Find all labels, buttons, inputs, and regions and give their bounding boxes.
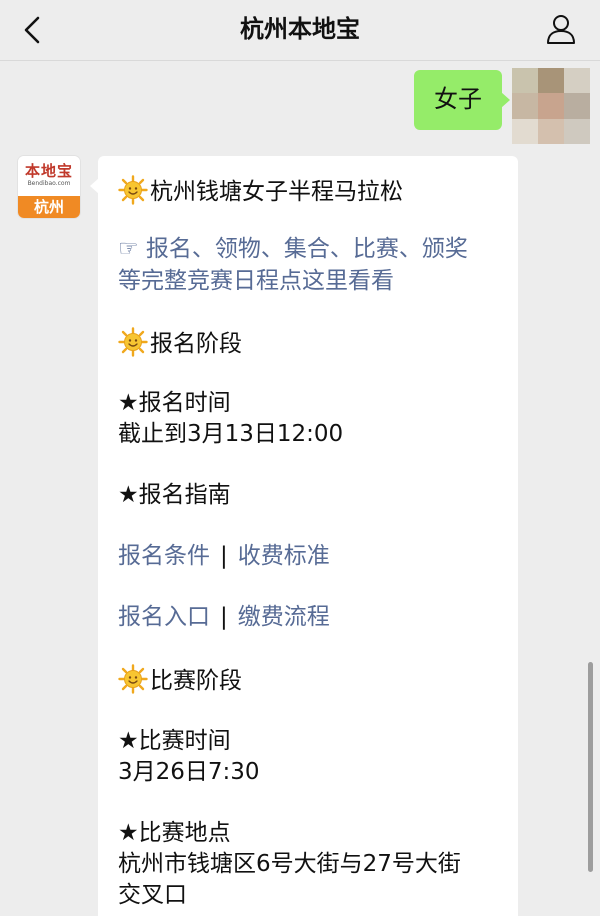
race-time-label: ★比赛时间 [118,728,231,754]
avatar-pixel [512,93,538,119]
account-avatar[interactable]: 本地宝 Bendibao.com 杭州 [18,156,80,218]
avatar-pixel [538,68,564,94]
avatar-pixel [564,93,590,119]
avatar-pixel [538,118,564,144]
logo-city-text: 杭州 [33,198,64,216]
section-signup-heading: 报名阶段 [150,331,242,357]
link-signup-conditions[interactable]: 报名条件 [118,543,210,569]
signup-links-row-2: 报名入口 | 缴费流程 [118,602,330,632]
chat-header: 杭州本地宝 [0,0,600,61]
logo-subtext: Bendibao.com [27,180,71,187]
section-race-heading: 比赛阶段 [150,668,242,694]
outgoing-message-bubble[interactable]: 女子 [414,70,510,130]
logo-text: 本地宝 [24,162,73,180]
sun-emoji-icon [118,664,148,694]
schedule-link-line-2[interactable]: 等完整竞赛日程点这里看看 [118,266,394,296]
avatar-pixel [512,68,538,94]
signup-time-value: 截止到3月13日12:00 [118,421,344,447]
signup-links-row-1: 报名条件 | 收费标准 [118,541,330,571]
user-avatar[interactable] [512,68,590,144]
message-title: 杭州钱塘女子半程马拉松 [150,179,403,205]
sun-emoji-icon [118,327,148,357]
avatar-pixel [564,118,590,144]
signup-time-label: ★报名时间 [118,390,231,416]
section-signup-line: 报名阶段 [118,327,242,359]
link-separator: | [220,604,228,630]
race-place-label: ★比赛地点 [118,820,231,846]
chat-screen: 杭州本地宝 女子 本地宝 Bendibao.com 杭州 杭州钱塘女子半程马拉松… [0,0,600,916]
link-separator: | [220,543,228,569]
avatar-pixel [538,93,564,119]
link-fee-standard[interactable]: 收费标准 [238,543,330,569]
person-icon[interactable] [544,12,578,46]
signup-guide-label: ★报名指南 [118,482,231,508]
message-title-line: 杭州钱塘女子半程马拉松 [118,175,403,207]
race-time-value: 3月26日7:30 [118,759,260,785]
race-place-value-line-1: 杭州市钱塘区6号大街与27号大街 [118,851,461,877]
logo-city-band: 杭州 [18,196,80,218]
incoming-message-bubble: 杭州钱塘女子半程马拉松 ☞ 报名、领物、集合、比赛、颁奖 等完整竞赛日程点这里看… [90,156,518,916]
link-signup-entry[interactable]: 报名入口 [118,604,210,630]
outgoing-message-text: 女子 [434,85,482,113]
chat-title: 杭州本地宝 [240,15,360,43]
sun-emoji-icon [118,175,148,205]
schedule-link-line-1[interactable]: ☞ 报名、领物、集合、比赛、颁奖 [118,234,468,264]
link-payment-process[interactable]: 缴费流程 [238,604,330,630]
avatar-pixel [512,118,538,144]
race-place-value-line-2: 交叉口 [118,882,187,908]
chat-scrollbar[interactable] [588,662,593,872]
avatar-pixel [564,68,590,94]
section-race-line: 比赛阶段 [118,664,242,696]
logo-top-panel: 本地宝 Bendibao.com [18,156,80,196]
